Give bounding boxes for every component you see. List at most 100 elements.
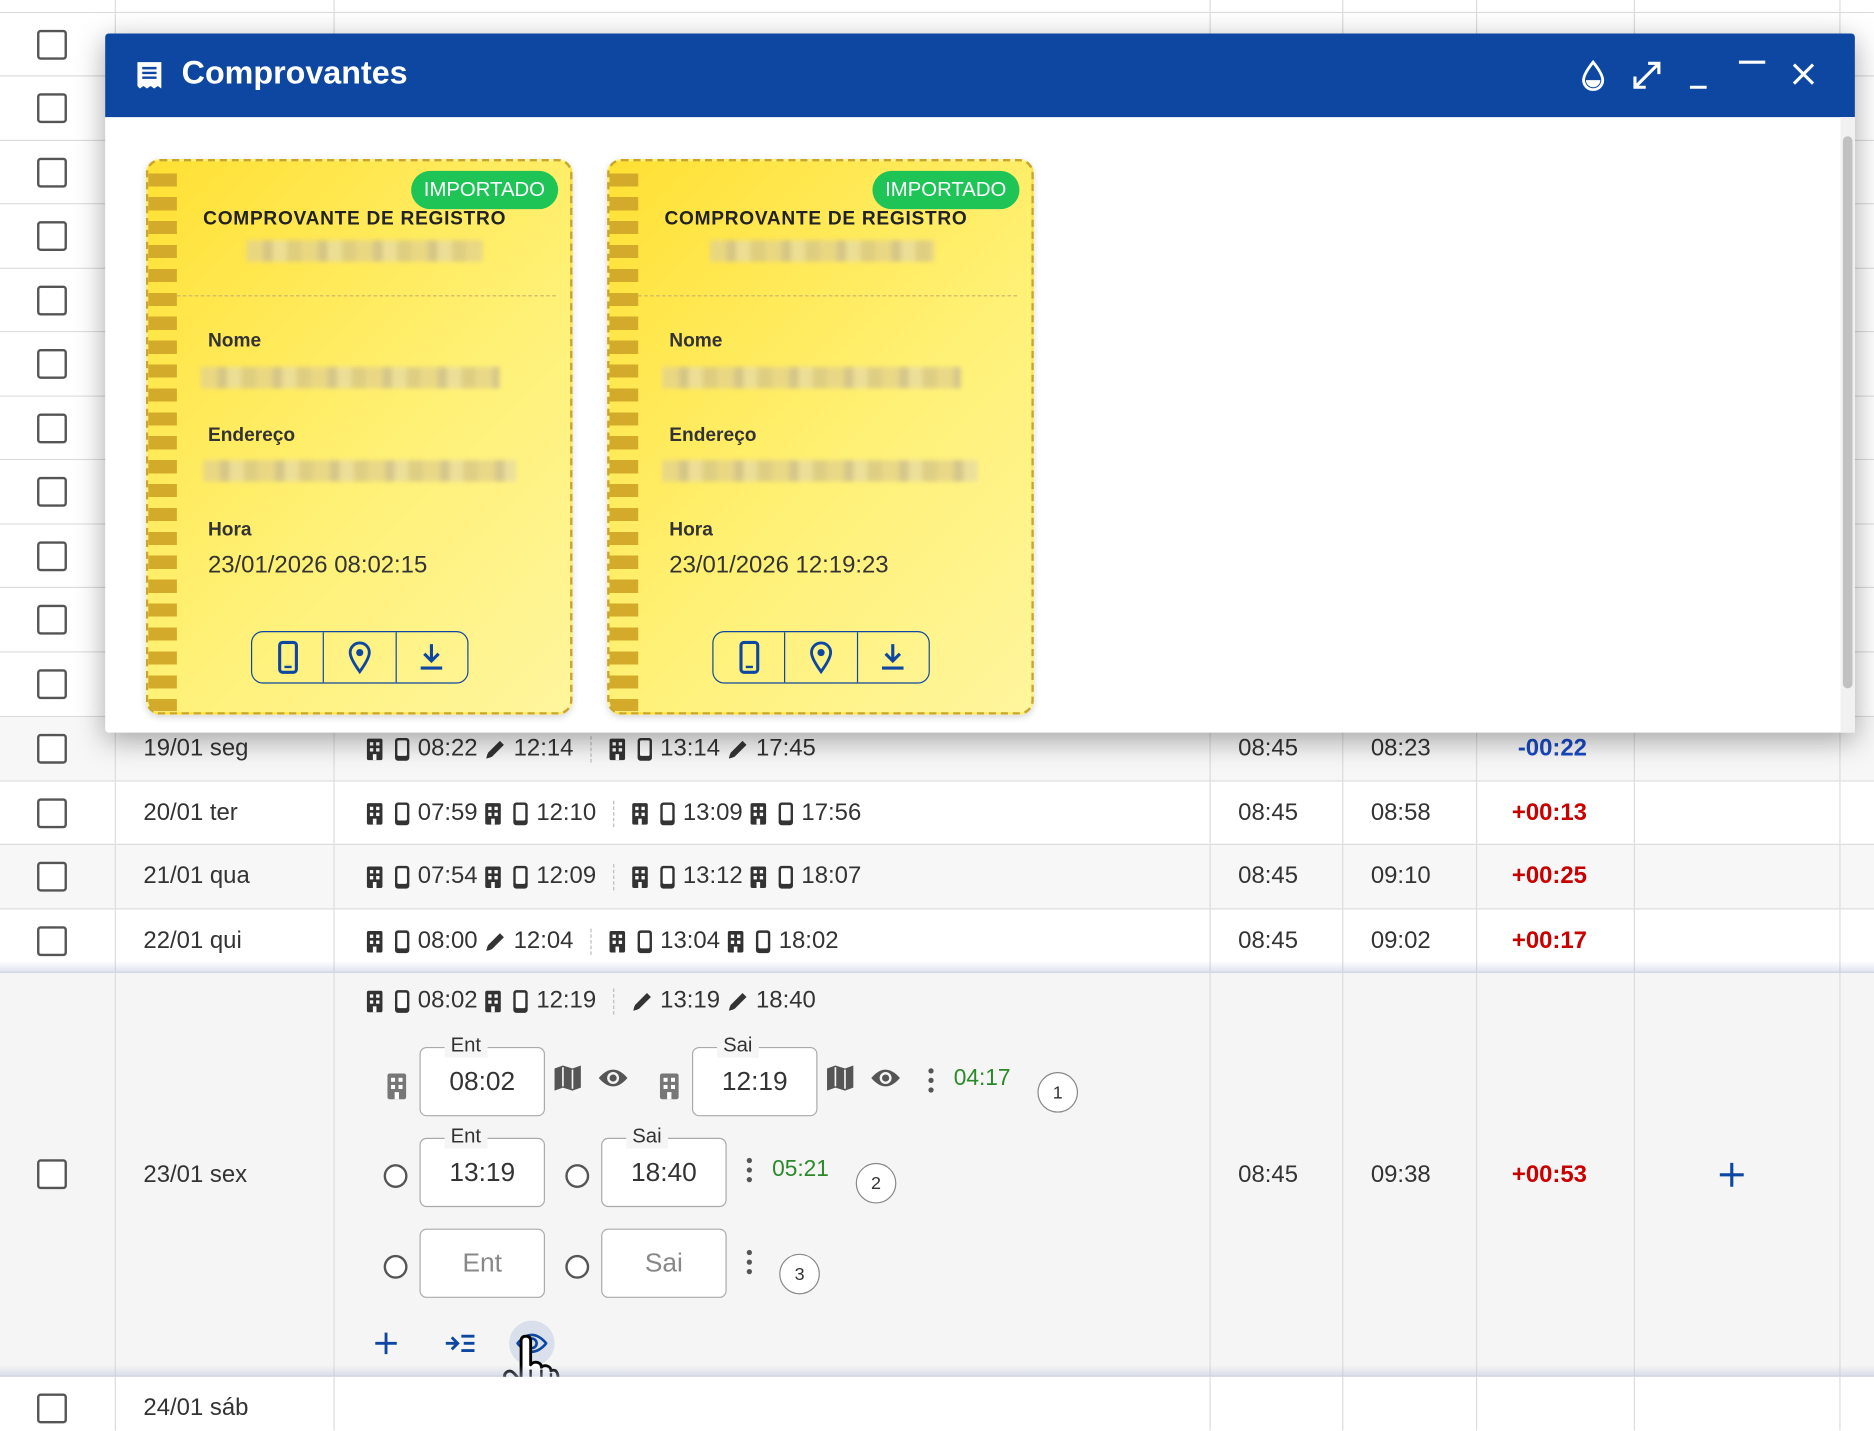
entry-value: 08:02 bbox=[449, 1066, 516, 1096]
punch-time[interactable]: 08:02 bbox=[418, 987, 478, 1014]
punch-time[interactable]: 17:45 bbox=[756, 735, 816, 762]
row-checkbox[interactable] bbox=[37, 669, 67, 700]
expected-hours: 08:45 bbox=[1238, 862, 1299, 890]
radio-button[interactable] bbox=[383, 1254, 408, 1279]
exit-time-field[interactable]: Sai 18:40 bbox=[601, 1124, 727, 1208]
punch-time[interactable]: 18:40 bbox=[756, 987, 816, 1014]
row-checkbox[interactable] bbox=[37, 348, 67, 379]
building-icon bbox=[608, 929, 626, 953]
more-vert-icon[interactable] bbox=[745, 1249, 755, 1275]
punch-time[interactable]: 13:12 bbox=[683, 863, 743, 890]
plus-icon[interactable] bbox=[1719, 1162, 1745, 1188]
pair-index-badge: 2 bbox=[855, 1162, 897, 1204]
punch-time[interactable]: 07:54 bbox=[418, 863, 478, 890]
radio-button[interactable] bbox=[565, 1254, 590, 1279]
punch-time[interactable]: 08:22 bbox=[418, 735, 478, 762]
entry-time-field[interactable]: Ent 13:19 bbox=[419, 1124, 545, 1208]
row-date: 24/01 sáb bbox=[143, 1394, 249, 1422]
receipt-heading: COMPROVANTE DE REGISTRO bbox=[203, 209, 507, 230]
building-icon bbox=[366, 989, 384, 1013]
phone-icon bbox=[393, 865, 411, 889]
row-checkbox[interactable] bbox=[37, 861, 67, 892]
expand-icon[interactable] bbox=[1631, 60, 1662, 91]
minimize-icon[interactable] bbox=[1688, 67, 1710, 91]
pair-index-badge: 3 bbox=[779, 1253, 820, 1295]
building-icon bbox=[382, 1072, 411, 1101]
row-checkbox[interactable] bbox=[37, 285, 67, 316]
radio-button[interactable] bbox=[565, 1164, 590, 1188]
location-button[interactable] bbox=[786, 632, 858, 683]
row-checkbox[interactable] bbox=[37, 604, 67, 635]
entry-time-field[interactable]: Ent 08:02 bbox=[419, 1033, 545, 1117]
building-icon bbox=[749, 865, 767, 889]
scrollbar-thumb[interactable] bbox=[1842, 136, 1853, 689]
eye-icon[interactable] bbox=[870, 1067, 901, 1089]
row-checkbox[interactable] bbox=[37, 93, 67, 124]
location-button[interactable] bbox=[324, 632, 397, 683]
plus-icon[interactable] bbox=[374, 1331, 398, 1355]
exit-time-field[interactable]: Sai 12:19 bbox=[691, 1033, 818, 1117]
phone-icon bbox=[636, 929, 654, 953]
exit-time-field[interactable]: Sai bbox=[601, 1228, 727, 1298]
building-icon bbox=[631, 865, 649, 889]
device-button[interactable] bbox=[714, 632, 786, 683]
device-button[interactable] bbox=[252, 632, 325, 683]
receipt-icon bbox=[137, 62, 162, 89]
punch-time[interactable]: 07:59 bbox=[418, 800, 478, 827]
close-icon[interactable] bbox=[1792, 62, 1816, 86]
row-checkbox[interactable] bbox=[37, 733, 67, 764]
punch-time[interactable]: 13:09 bbox=[683, 800, 743, 827]
punch-time[interactable]: 17:56 bbox=[801, 800, 861, 827]
punch-time[interactable]: 12:19 bbox=[536, 987, 596, 1014]
dialog-header: Comprovantes bbox=[105, 33, 1855, 118]
row-checkbox[interactable] bbox=[37, 926, 67, 957]
building-icon bbox=[366, 929, 384, 953]
entry-time-field[interactable]: Ent bbox=[419, 1228, 545, 1298]
punch-time[interactable]: 13:14 bbox=[660, 735, 720, 762]
dialog-scrollbar[interactable] bbox=[1840, 117, 1855, 733]
dialog-title: Comprovantes bbox=[181, 54, 408, 91]
expected-hours: 08:45 bbox=[1238, 927, 1299, 954]
row-checkbox[interactable] bbox=[37, 157, 67, 188]
punch-time[interactable]: 08:00 bbox=[418, 927, 478, 954]
row-checkbox[interactable] bbox=[37, 541, 67, 572]
balance: +00:25 bbox=[1511, 862, 1587, 890]
row-checkbox[interactable] bbox=[37, 1159, 67, 1190]
row-checkbox[interactable] bbox=[37, 413, 67, 444]
punch-time[interactable]: 12:14 bbox=[514, 735, 574, 762]
punch-time[interactable]: 12:09 bbox=[536, 863, 596, 890]
phone-icon bbox=[777, 801, 795, 825]
indent-icon[interactable] bbox=[445, 1333, 476, 1355]
download-button[interactable] bbox=[858, 632, 929, 682]
row-checkbox[interactable] bbox=[37, 476, 67, 507]
map-icon[interactable] bbox=[826, 1064, 855, 1093]
punch-time[interactable]: 12:04 bbox=[514, 927, 574, 954]
row-checkbox[interactable] bbox=[37, 1393, 67, 1424]
more-vert-icon[interactable] bbox=[926, 1067, 936, 1093]
phone-icon bbox=[658, 865, 676, 889]
maximize-icon[interactable] bbox=[1738, 53, 1767, 72]
map-icon[interactable] bbox=[553, 1064, 582, 1093]
drop-icon[interactable] bbox=[1581, 59, 1605, 91]
punch-time[interactable]: 13:19 bbox=[660, 987, 720, 1014]
punch-time[interactable]: 13:04 bbox=[660, 927, 720, 954]
phone-icon bbox=[393, 989, 411, 1013]
exit-value: 18:40 bbox=[631, 1156, 697, 1187]
download-button[interactable] bbox=[396, 632, 467, 682]
punch-time[interactable]: 12:10 bbox=[536, 800, 596, 827]
building-icon bbox=[366, 865, 384, 889]
row-checkbox[interactable] bbox=[37, 221, 67, 251]
more-vert-icon[interactable] bbox=[745, 1157, 755, 1183]
eye-icon[interactable] bbox=[598, 1067, 629, 1089]
row-checkbox[interactable] bbox=[37, 29, 67, 60]
redacted-company bbox=[246, 240, 483, 262]
table-row bbox=[0, 0, 1874, 14]
hour-label: Hora bbox=[207, 519, 252, 541]
redacted-company bbox=[709, 240, 935, 262]
radio-button[interactable] bbox=[383, 1164, 408, 1188]
punch-time[interactable]: 18:07 bbox=[801, 863, 861, 890]
expected-hours: 08:45 bbox=[1238, 799, 1299, 826]
row-checkbox[interactable] bbox=[37, 798, 67, 829]
entry-label: Ent bbox=[444, 1124, 488, 1149]
punch-time[interactable]: 18:02 bbox=[779, 927, 839, 954]
